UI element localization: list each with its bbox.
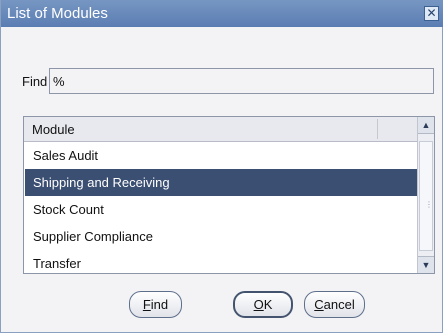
list-item-label: Stock Count xyxy=(33,202,104,217)
find-button-label: ind xyxy=(150,297,169,312)
list-item[interactable]: Supplier Compliance xyxy=(25,223,417,250)
module-column-header[interactable]: Module xyxy=(24,117,417,142)
vertical-scrollbar[interactable]: ▲ ⋮ ▼ xyxy=(417,117,434,273)
list-item-label: Shipping and Receiving xyxy=(33,175,170,190)
ok-mnemonic: O xyxy=(253,297,264,312)
find-input[interactable] xyxy=(49,68,434,94)
scroll-down-icon[interactable]: ▼ xyxy=(418,256,434,273)
modules-list: Module Sales Audit Shipping and Receivin… xyxy=(23,116,435,274)
list-item-selected[interactable]: Shipping and Receiving xyxy=(25,169,417,196)
header-divider xyxy=(377,119,378,139)
cancel-button[interactable]: Cancel xyxy=(304,291,365,318)
cancel-button-label: ancel xyxy=(323,297,355,312)
ok-button-label: K xyxy=(263,297,273,312)
dialog-title: List of Modules xyxy=(7,5,108,22)
list-item[interactable]: Sales Audit xyxy=(25,142,417,169)
list-item[interactable]: Stock Count xyxy=(25,196,417,223)
scroll-up-icon[interactable]: ▲ xyxy=(418,117,434,134)
find-label: Find xyxy=(22,74,48,89)
grip-icon: ⋮ xyxy=(425,200,433,209)
module-header-label: Module xyxy=(32,122,75,137)
list-of-modules-dialog: List of Modules ✕ Find Module Sales Audi… xyxy=(0,0,443,333)
find-mnemonic: F xyxy=(142,297,151,312)
close-icon[interactable]: ✕ xyxy=(424,6,439,21)
ok-button[interactable]: OK xyxy=(233,291,293,318)
list-item[interactable]: Transfer xyxy=(25,250,417,273)
list-item-label: Supplier Compliance xyxy=(33,229,153,244)
list-item-label: Sales Audit xyxy=(33,148,99,163)
list-item-label: Transfer xyxy=(33,256,81,271)
scroll-thumb[interactable]: ⋮ xyxy=(419,141,433,251)
cancel-mnemonic: C xyxy=(314,297,324,312)
title-bar: List of Modules ✕ xyxy=(1,0,443,27)
find-button[interactable]: Find xyxy=(129,291,182,318)
